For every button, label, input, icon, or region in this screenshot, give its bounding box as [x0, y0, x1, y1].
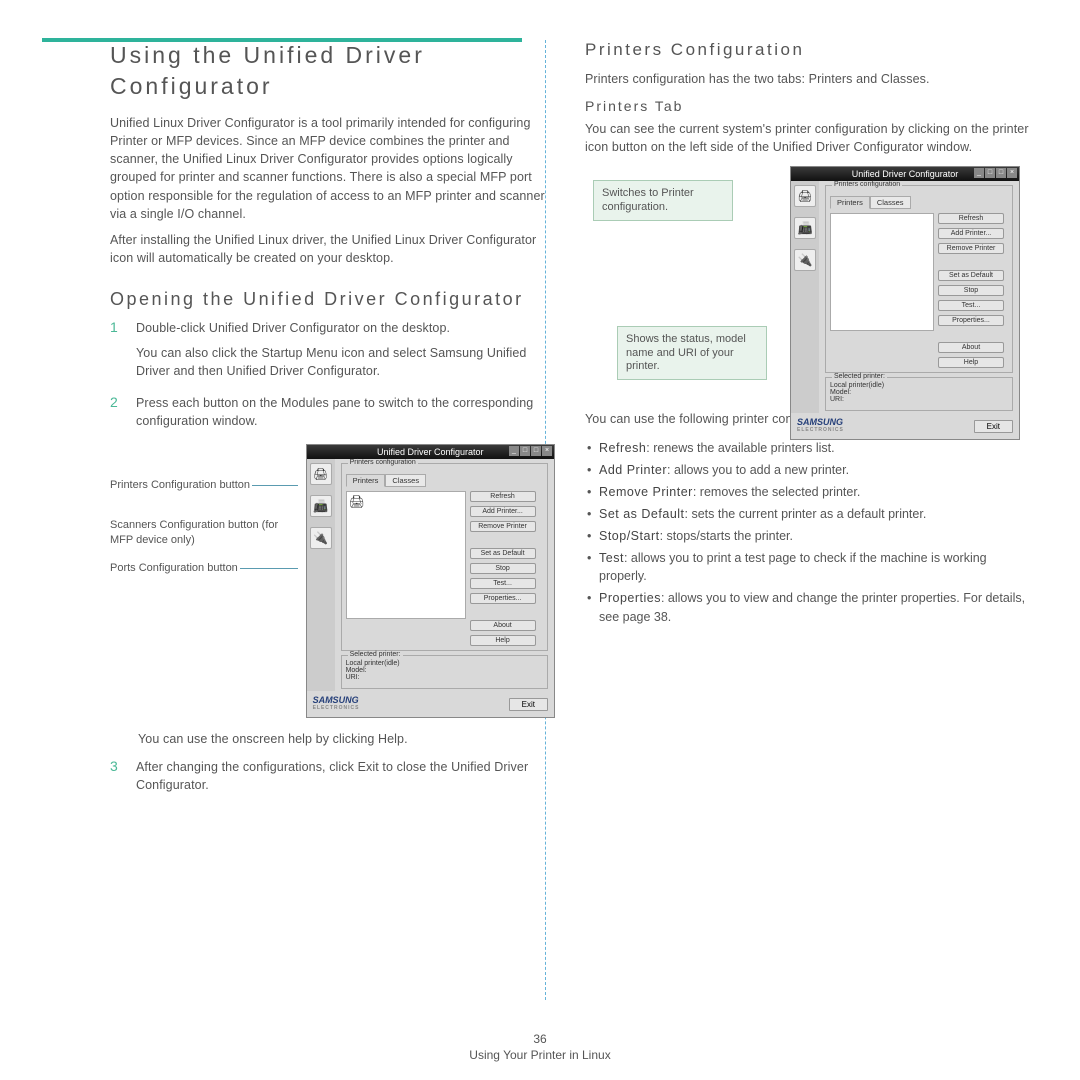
step-3: 3 After changing the configurations, cli… — [110, 758, 555, 800]
page: Using the Unified Driver Configurator Un… — [0, 0, 1080, 838]
onscreen-help-text: You can use the onscreen help by clickin… — [138, 730, 555, 748]
configurator-window-2: Unified Driver Configurator _□□× 🖨 📠 🔌 P… — [790, 166, 1020, 440]
properties-button[interactable]: Properties... — [470, 593, 536, 604]
help-button[interactable]: Help — [470, 635, 536, 646]
selected-line-1: Local printer(idle) — [346, 660, 543, 667]
refresh-button[interactable]: Refresh — [470, 491, 536, 502]
selected-line-3b: URI: — [830, 396, 1008, 403]
callout-switch: Switches to Printer configuration. — [593, 180, 733, 220]
scanner-icon[interactable]: 📠 — [310, 495, 332, 517]
ctrl-properties: Properties: allows you to view and chang… — [587, 589, 1030, 625]
step-1: 1 Double-click Unified Driver Configurat… — [110, 319, 555, 385]
step-2-text: Press each button on the Modules pane to… — [136, 394, 555, 430]
remove-printer-button-2[interactable]: Remove Printer — [938, 243, 1004, 254]
step-2: 2 Press each button on the Modules pane … — [110, 394, 555, 436]
window-buttons-2[interactable]: _□□× — [974, 168, 1017, 178]
page-number: 36 — [0, 1032, 1080, 1046]
intro-paragraph-2: After installing the Unified Linux drive… — [110, 231, 555, 267]
selected-line-1b: Local printer(idle) — [830, 382, 1008, 389]
label-scanners-config: Scanners Configuration button (for MFP d… — [110, 518, 300, 547]
modules-pane-2: 🖨 📠 🔌 — [791, 181, 819, 413]
group-label-2: Printers configuration — [832, 181, 902, 188]
titlebar: Unified Driver Configurator _□□× — [307, 445, 554, 459]
printer-listbox[interactable]: 🖨 — [346, 491, 466, 619]
modules-pane: 🖨 📠 🔌 — [307, 459, 335, 691]
tab-classes-2[interactable]: Classes — [870, 196, 911, 209]
printers-tab-text: You can see the current system's printer… — [585, 120, 1030, 156]
selected-line-2: Model: — [346, 667, 543, 674]
step-1-text-b: You can also click the Startup Menu icon… — [136, 344, 555, 380]
set-default-button-2[interactable]: Set as Default — [938, 270, 1004, 281]
printer-listbox-2[interactable] — [830, 213, 934, 331]
refresh-button-2[interactable]: Refresh — [938, 213, 1004, 224]
step-number-2: 2 — [110, 394, 122, 436]
printers-tab-heading: Printers Tab — [585, 98, 1030, 114]
stop-button[interactable]: Stop — [470, 563, 536, 574]
label-printers-config: Printers Configuration button — [110, 478, 300, 492]
printers-config-intro: Printers configuration has the two tabs:… — [585, 70, 1030, 88]
properties-button-2[interactable]: Properties... — [938, 315, 1004, 326]
main-heading: Using the Unified Driver Configurator — [110, 40, 555, 102]
intro-paragraph-1: Unified Linux Driver Configurator is a t… — [110, 114, 555, 223]
ports-icon[interactable]: 🔌 — [310, 527, 332, 549]
tab-classes[interactable]: Classes — [385, 474, 426, 487]
left-column: Using the Unified Driver Configurator Un… — [50, 40, 555, 808]
test-button[interactable]: Test... — [470, 578, 536, 589]
selected-label-2: Selected printer: — [832, 373, 887, 380]
stop-button-2[interactable]: Stop — [938, 285, 1004, 296]
selected-line-3: URI: — [346, 674, 543, 681]
ctrl-test: Test: allows you to print a test page to… — [587, 549, 1030, 585]
window-title: Unified Driver Configurator — [377, 447, 484, 457]
window-buttons[interactable]: _□□× — [509, 446, 552, 456]
callout-status: Shows the status, model name and URI of … — [617, 326, 767, 380]
exit-button-2[interactable]: Exit — [974, 420, 1013, 433]
screenshot-1-wrap: Printers Configuration button Scanners C… — [110, 444, 555, 718]
printer-icon[interactable]: 🖨 — [310, 463, 332, 485]
page-footer: 36 Using Your Printer in Linux — [0, 1032, 1080, 1062]
screenshot-2-wrap: Switches to Printer configuration. Shows… — [585, 166, 1030, 396]
scanner-icon-2[interactable]: 📠 — [794, 217, 816, 239]
printers-groupbox-2: Printers configuration Printers Classes … — [825, 185, 1013, 373]
ctrl-default: Set as Default: sets the current printer… — [587, 505, 1030, 523]
set-default-button[interactable]: Set as Default — [470, 548, 536, 559]
step-3-text: After changing the configurations, click… — [136, 758, 555, 794]
ctrl-refresh: Refresh: renews the available printers l… — [587, 439, 1030, 457]
label-ports-config: Ports Configuration button — [110, 561, 300, 575]
tab-printers[interactable]: Printers — [346, 474, 386, 487]
printer-icon-2[interactable]: 🖨 — [794, 185, 816, 207]
ctrl-stop: Stop/Start: stops/starts the printer. — [587, 527, 1030, 545]
ports-icon-2[interactable]: 🔌 — [794, 249, 816, 271]
configurator-window-1: Unified Driver Configurator _□□× 🖨 📠 🔌 P… — [306, 444, 555, 718]
selected-printer-box-2: Selected printer: Local printer(idle) Mo… — [825, 377, 1013, 411]
add-printer-button-2[interactable]: Add Printer... — [938, 228, 1004, 239]
selected-printer-box: Selected printer: Local printer(idle) Mo… — [341, 655, 548, 689]
test-button-2[interactable]: Test... — [938, 300, 1004, 311]
ctrl-add: Add Printer: allows you to add a new pri… — [587, 461, 1030, 479]
group-label: Printers configuration — [348, 459, 418, 466]
selected-line-2b: Model: — [830, 389, 1008, 396]
right-column: Printers Configuration Printers configur… — [585, 40, 1030, 808]
section-title: Using Your Printer in Linux — [0, 1048, 1080, 1062]
tab-printers-2[interactable]: Printers — [830, 196, 870, 209]
brand-logo: SAMSUNGELECTRONICS — [313, 695, 360, 711]
remove-printer-button[interactable]: Remove Printer — [470, 521, 536, 532]
help-button-2[interactable]: Help — [938, 357, 1004, 368]
step-number-3: 3 — [110, 758, 122, 800]
step-1-text-a: Double-click Unified Driver Configurator… — [136, 319, 555, 337]
window-title-2: Unified Driver Configurator — [852, 169, 959, 179]
step-number-1: 1 — [110, 319, 122, 385]
printers-groupbox: Printers configuration Printers Classes … — [341, 463, 548, 651]
add-printer-button[interactable]: Add Printer... — [470, 506, 536, 517]
ctrl-remove: Remove Printer: removes the selected pri… — [587, 483, 1030, 501]
selected-label: Selected printer: — [348, 651, 403, 658]
about-button-2[interactable]: About — [938, 342, 1004, 353]
subheading-opening: Opening the Unified Driver Configurator — [110, 287, 555, 311]
exit-button[interactable]: Exit — [509, 698, 548, 711]
printers-config-heading: Printers Configuration — [585, 40, 1030, 60]
control-list: Refresh: renews the available printers l… — [585, 439, 1030, 626]
about-button[interactable]: About — [470, 620, 536, 631]
brand-logo-2: SAMSUNGELECTRONICS — [797, 417, 844, 433]
titlebar-2: Unified Driver Configurator _□□× — [791, 167, 1019, 181]
